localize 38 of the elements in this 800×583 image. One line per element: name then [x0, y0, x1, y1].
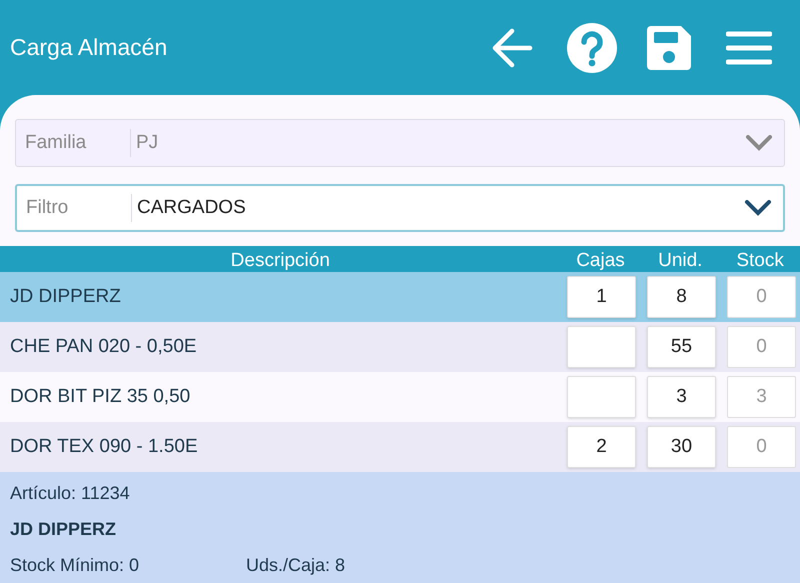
field-label: Filtro [25, 196, 70, 220]
min-stock: Stock Mínimo: 0 [10, 554, 140, 577]
product-description: JD DIPPERZ [9, 284, 122, 309]
table-row[interactable]: DOR TEX 090 - 1.50E 2 30 0 [0, 422, 800, 472]
units-per-case-label: Uds./Caja: 8 [246, 554, 346, 577]
article-code: Artículo: 11234 [10, 482, 131, 505]
menu-icon[interactable] [726, 30, 772, 64]
column-header: Descripción [230, 250, 331, 272]
column-header: Unid. [657, 250, 704, 272]
select-field[interactable]: Filtro CARGADOS [15, 184, 785, 232]
field-value: CARGADOS [137, 196, 247, 220]
product-description: CHE PAN 020 - 0,50E [9, 334, 198, 359]
quantity-field[interactable] [567, 376, 636, 418]
field-value: PJ [136, 130, 160, 155]
chevron-down-icon [745, 200, 771, 216]
chevron-down-icon [746, 135, 772, 151]
article-name: JD DIPPERZ [10, 518, 118, 541]
help-icon[interactable] [566, 22, 618, 74]
quantity-field[interactable]: 55 [647, 326, 716, 368]
column-header: Cajas [575, 250, 626, 272]
quantity-field[interactable]: 3 [647, 376, 716, 418]
quantity-field: 3 [727, 376, 796, 418]
quantity-field[interactable]: 8 [647, 276, 716, 318]
column-header: Stock [735, 250, 785, 272]
field-label: Familia [24, 130, 88, 155]
quantity-field[interactable]: 2 [567, 426, 636, 468]
quantity-field[interactable]: 30 [647, 426, 716, 468]
product-description: DOR BIT PIZ 35 0,50 [9, 384, 192, 409]
table-row[interactable]: JD DIPPERZ 1 8 0 [0, 272, 800, 322]
save-icon[interactable] [646, 24, 692, 70]
quantity-field[interactable] [567, 326, 636, 368]
quantity-field: 0 [727, 276, 796, 318]
quantity-field: 0 [727, 426, 796, 468]
quantity-field: 0 [727, 326, 796, 368]
quantity-field[interactable]: 1 [567, 276, 636, 318]
product-description: DOR TEX 090 - 1.50E [9, 434, 199, 459]
table-row[interactable]: CHE PAN 020 - 0,50E 55 0 [0, 322, 800, 372]
app-title: Carga Almacén [10, 33, 168, 62]
